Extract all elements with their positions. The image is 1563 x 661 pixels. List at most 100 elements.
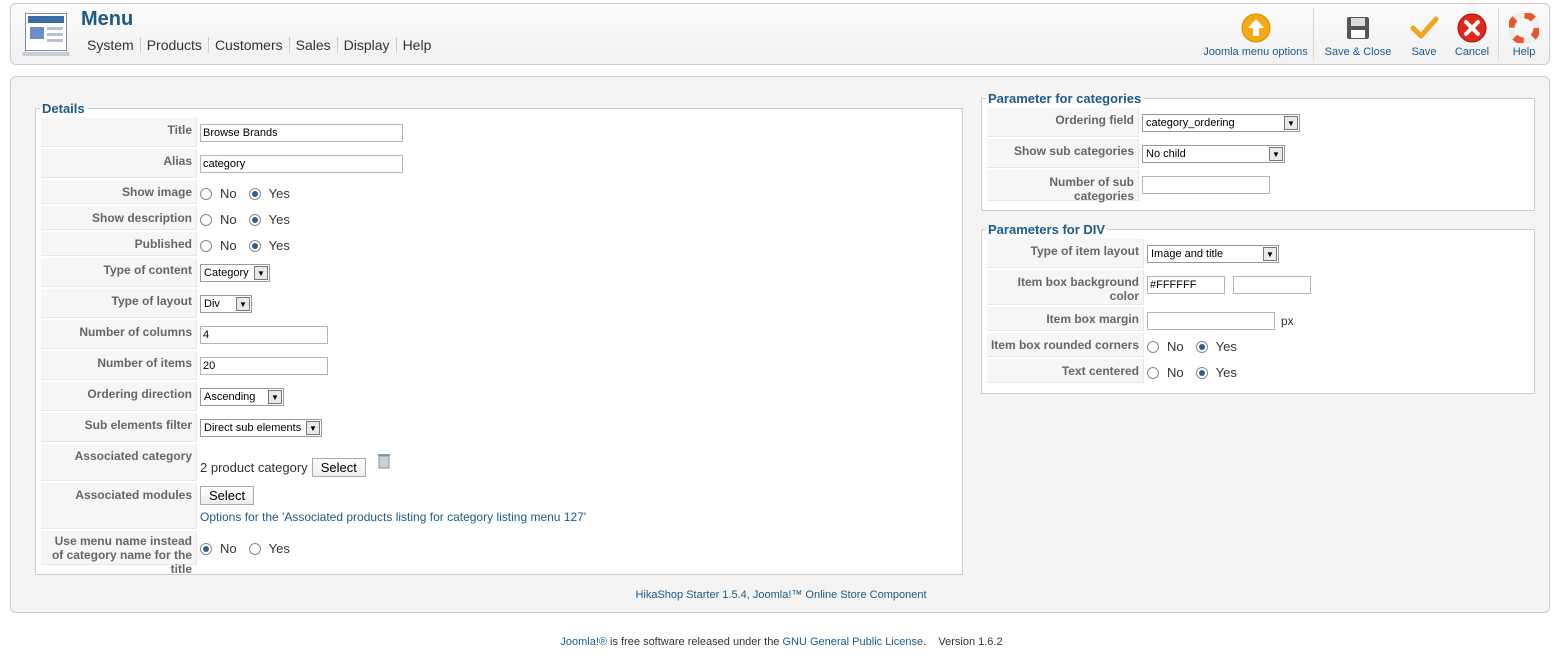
num-sub-label: Number of sub categories [987, 170, 1139, 203]
use-menu-name-no-radio[interactable] [200, 543, 212, 555]
alias-input[interactable] [200, 155, 403, 173]
menu-system[interactable]: System [81, 37, 140, 53]
license-link[interactable]: GNU General Public License [782, 636, 923, 648]
show-sub-label: Show sub categories [987, 139, 1139, 168]
ordering-dir-label: Ordering direction [41, 382, 197, 411]
floppy-disk-icon [1343, 13, 1373, 43]
content-panel: Details Title Alias Show image No Yes Sh… [10, 76, 1550, 613]
rounded-row: Item box rounded corners No Yes [987, 333, 1529, 357]
num-sub-row: Number of sub categories [987, 170, 1529, 203]
sub-filter-select[interactable]: Direct sub elements ▼ [200, 419, 322, 437]
num-items-row: Number of items [41, 351, 957, 380]
menu-products[interactable]: Products [139, 37, 208, 53]
ordering-dir-value: Ascending [204, 391, 256, 403]
type-layout-label: Type of layout [41, 289, 197, 318]
ordering-dir-row: Ordering direction Ascending ▼ [41, 382, 957, 411]
up-arrow-icon [1241, 13, 1271, 43]
cancel-button[interactable]: Cancel [1446, 4, 1498, 64]
yes-label: Yes [268, 541, 290, 556]
num-items-input[interactable] [200, 357, 328, 375]
menu-customers[interactable]: Customers [207, 37, 289, 53]
type-content-select[interactable]: Category ▼ [200, 264, 270, 282]
details-fieldset: Details Title Alias Show image No Yes Sh… [35, 101, 963, 576]
checkmark-icon [1409, 13, 1439, 43]
assoc-modules-select-button[interactable]: Select [200, 486, 255, 505]
type-content-value: Category [204, 267, 249, 279]
centered-no-radio[interactable] [1147, 367, 1159, 379]
rounded-no-radio[interactable] [1147, 341, 1159, 353]
bg-color-preview[interactable] [1233, 276, 1311, 294]
ordering-dir-select[interactable]: Ascending ▼ [200, 388, 284, 406]
chevron-down-icon: ▼ [254, 266, 268, 280]
show-sub-value: No child [1146, 148, 1186, 160]
num-columns-row: Number of columns [41, 320, 957, 349]
joomla-link[interactable]: Joomla!® [560, 636, 607, 648]
show-description-yes-radio[interactable] [248, 214, 261, 226]
no-label: No [1167, 339, 1184, 354]
published-yes-radio[interactable] [248, 240, 261, 252]
assoc-modules-label: Associated modules [41, 483, 197, 529]
published-no-radio[interactable] [200, 240, 212, 252]
assoc-category-row: Associated category 2 product category S… [41, 444, 957, 481]
yes-label: Yes [268, 186, 290, 201]
ordering-field-select[interactable]: category_ordering ▼ [1142, 114, 1300, 132]
div-params-legend: Parameters for DIV [988, 222, 1106, 237]
save-label: Save [1411, 46, 1437, 58]
centered-yes-radio[interactable] [1195, 367, 1208, 379]
no-label: No [220, 186, 237, 201]
item-layout-select[interactable]: Image and title ▼ [1147, 245, 1279, 263]
bg-color-input[interactable] [1147, 276, 1225, 294]
trash-icon[interactable] [377, 453, 390, 472]
show-description-no-radio[interactable] [200, 214, 212, 226]
joomla-options-label: Joomla menu options [1203, 46, 1308, 58]
num-columns-input[interactable] [200, 326, 328, 344]
save-close-button[interactable]: Save & Close [1314, 4, 1402, 64]
show-image-yes-radio[interactable] [248, 188, 261, 200]
bg-color-label: Item box background color [987, 270, 1144, 305]
chevron-down-icon: ▼ [1263, 247, 1277, 261]
footer-text: is free software released under the [607, 636, 783, 648]
item-margin-row: Item box margin px [987, 307, 1529, 331]
version-text: . Version 1.6.2 [923, 636, 1003, 648]
chevron-down-icon: ▼ [268, 390, 282, 404]
assoc-modules-row: Associated modules Select Options for th… [41, 483, 957, 529]
module-options-link[interactable]: Options for the 'Associated products lis… [200, 510, 586, 524]
show-description-row: Show description No Yes [41, 206, 957, 230]
menu-display[interactable]: Display [336, 37, 396, 53]
save-button[interactable]: Save [1402, 4, 1446, 64]
ordering-field-label: Ordering field [987, 108, 1139, 137]
chevron-down-icon: ▼ [306, 421, 320, 435]
menu-manager-icon [22, 13, 70, 56]
joomla-options-button[interactable]: Joomla menu options [1198, 4, 1313, 64]
assoc-category-label: Associated category [41, 444, 197, 481]
show-sub-select[interactable]: No child ▼ [1142, 145, 1285, 163]
item-margin-input[interactable] [1147, 311, 1275, 330]
title-input[interactable] [200, 124, 403, 142]
menu-sales[interactable]: Sales [288, 37, 337, 53]
page-title: Menu [81, 8, 134, 30]
assoc-category-select-button[interactable]: Select [311, 457, 366, 477]
help-button[interactable]: Help [1499, 4, 1549, 64]
toolbar: Joomla menu options Save & Close Save Ca… [1198, 4, 1549, 64]
component-footer[interactable]: HikaShop Starter 1.5.4, Joomla!™ Online … [11, 589, 1551, 601]
ordering-field-row: Ordering field category_ordering ▼ [987, 108, 1529, 137]
no-label: No [220, 238, 237, 253]
details-legend: Details [42, 101, 85, 116]
main-menu: System Products Customers Sales Display … [81, 37, 437, 53]
num-sub-input[interactable] [1142, 176, 1270, 194]
category-params-fieldset: Parameter for categories Ordering field … [981, 91, 1535, 211]
type-content-label: Type of content [41, 258, 197, 287]
no-label: No [1167, 365, 1184, 380]
yes-label: Yes [268, 238, 290, 253]
cancel-label: Cancel [1454, 46, 1490, 58]
use-menu-name-row: Use menu name instead of category name f… [41, 531, 957, 576]
show-image-no-radio[interactable] [200, 188, 212, 200]
use-menu-name-yes-radio[interactable] [248, 543, 261, 555]
type-layout-select[interactable]: Div ▼ [200, 295, 252, 313]
menu-help[interactable]: Help [395, 37, 438, 53]
show-description-label: Show description [41, 206, 197, 230]
show-image-label: Show image [41, 180, 197, 204]
rounded-yes-radio[interactable] [1195, 341, 1208, 353]
no-label: No [220, 212, 237, 227]
yes-label: Yes [1215, 339, 1237, 354]
